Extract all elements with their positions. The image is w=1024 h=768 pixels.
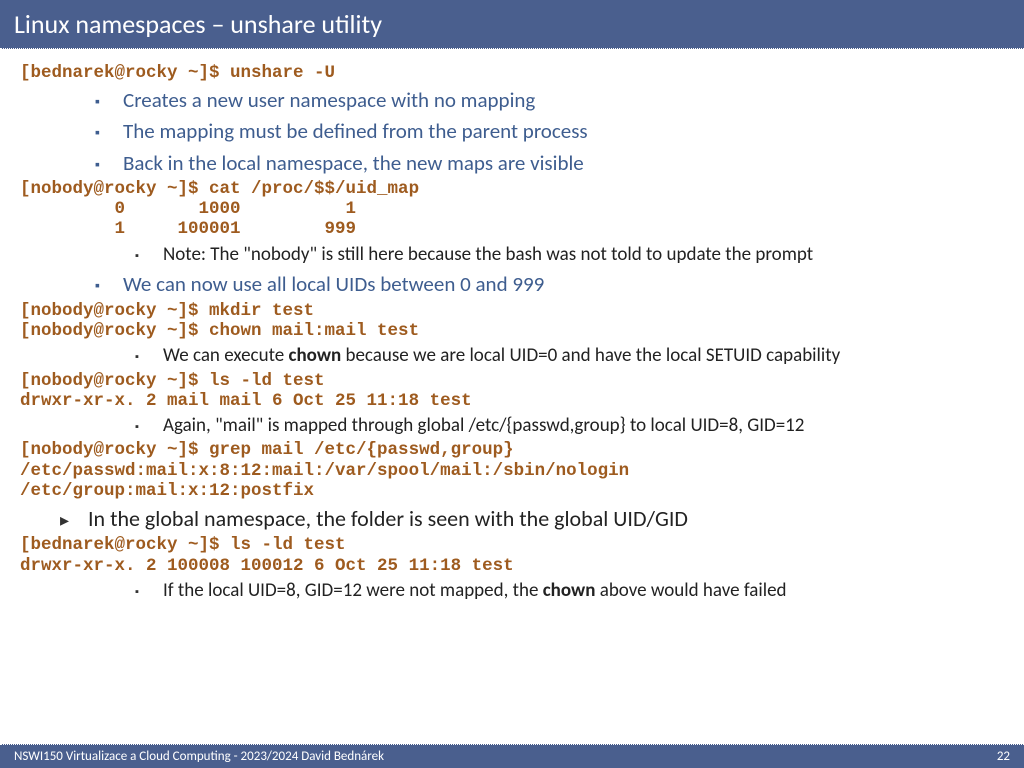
bullet-marker-icon: ▪ <box>135 420 163 433</box>
bullet-item: ▪ We can now use all local UIDs between … <box>20 270 1004 298</box>
footer-text: NSWI150 Virtualizace a Cloud Computing -… <box>14 749 384 764</box>
bullet-text: Back in the local namespace, the new map… <box>123 149 584 177</box>
note-item: ▪ Again, "mail" is mapped through global… <box>20 414 1004 439</box>
bullet-marker-icon: ▪ <box>135 249 163 262</box>
code-block-4: [nobody@rocky ~]$ ls -ld test drwxr-xr-x… <box>20 371 1004 411</box>
bullet-text: In the global namespace, the folder is s… <box>88 505 688 534</box>
bullet-marker-icon: ▪ <box>95 124 123 141</box>
bullet-marker-icon: ▪ <box>95 93 123 110</box>
note-text: We can execute chown because we are loca… <box>163 344 840 369</box>
code-block-2: [nobody@rocky ~]$ cat /proc/$$/uid_map 0… <box>20 179 1004 239</box>
bullet-item: ▸ In the global namespace, the folder is… <box>20 505 1004 534</box>
code-block-5: [nobody@rocky ~]$ grep mail /etc/{passwd… <box>20 440 1004 500</box>
bullet-item: ▪ The mapping must be defined from the p… <box>20 117 1004 145</box>
code-block-3: [nobody@rocky ~]$ mkdir test [nobody@roc… <box>20 301 1004 341</box>
bullet-marker-icon: ▪ <box>95 156 123 173</box>
slide-footer: NSWI150 Virtualizace a Cloud Computing -… <box>0 744 1024 768</box>
bullet-marker-icon: ▪ <box>135 350 163 363</box>
triangle-marker-icon: ▸ <box>60 509 88 531</box>
slide-body: [bednarek@rocky ~]$ unshare -U ▪ Creates… <box>0 49 1024 603</box>
code-block-6: [bednarek@rocky ~]$ ls -ld test drwxr-xr… <box>20 535 1004 575</box>
note-text: If the local UID=8, GID=12 were not mapp… <box>163 579 787 604</box>
note-text: Note: The "nobody" is still here because… <box>163 243 813 268</box>
bullet-text: Creates a new user namespace with no map… <box>123 86 535 114</box>
note-text: Again, "mail" is mapped through global /… <box>163 414 804 439</box>
slide-number: 22 <box>997 749 1010 764</box>
bullet-text: We can now use all local UIDs between 0 … <box>123 270 544 298</box>
note-item: ▪ If the local UID=8, GID=12 were not ma… <box>20 579 1004 604</box>
bullet-item: ▪ Creates a new user namespace with no m… <box>20 86 1004 114</box>
slide-title: Linux namespaces – unshare utility <box>0 0 1024 49</box>
bullet-marker-icon: ▪ <box>135 585 163 598</box>
bullet-text: The mapping must be defined from the par… <box>123 117 588 145</box>
bullet-item: ▪ Back in the local namespace, the new m… <box>20 149 1004 177</box>
note-item: ▪ We can execute chown because we are lo… <box>20 344 1004 369</box>
code-block-1: [bednarek@rocky ~]$ unshare -U <box>20 63 1004 83</box>
note-item: ▪ Note: The "nobody" is still here becau… <box>20 243 1004 268</box>
bullet-marker-icon: ▪ <box>95 277 123 294</box>
